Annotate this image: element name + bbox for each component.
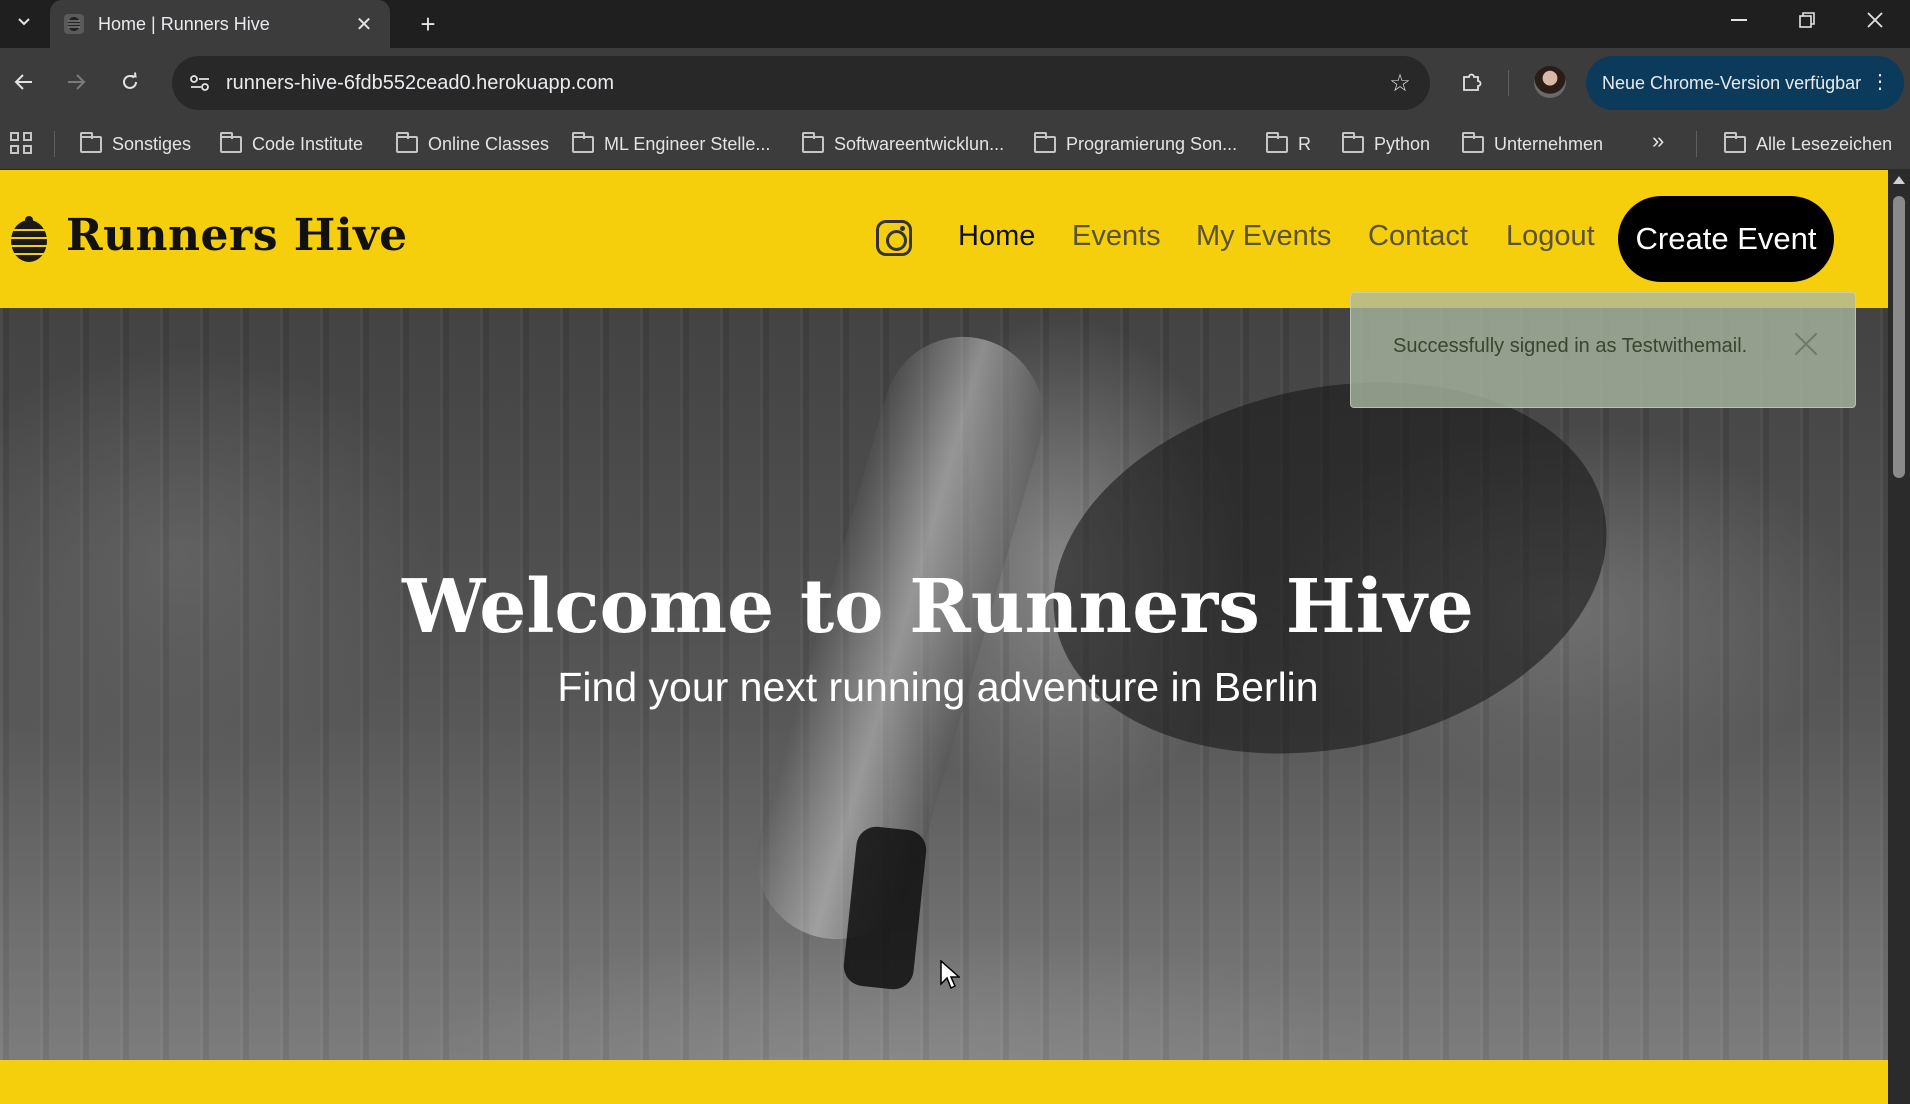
forward-arrow-icon[interactable] (56, 62, 96, 102)
alert-message: Successfully signed in as Testwithemail. (1393, 335, 1748, 357)
site-brand[interactable]: Runners Hive (66, 210, 408, 261)
all-bookmarks-folder[interactable]: Alle Lesezeichen (1724, 118, 1892, 170)
reload-icon[interactable] (110, 62, 150, 102)
nav-contact[interactable]: Contact (1368, 220, 1468, 253)
beehive-favicon-icon (64, 14, 84, 34)
apps-grid-icon[interactable] (8, 130, 34, 156)
kebab-menu-icon[interactable]: ⋮ (1870, 70, 1890, 94)
hero-title: Welcome to Runners Hive (402, 564, 1474, 650)
bookmark-folder[interactable]: Programierung Son... (1034, 118, 1237, 170)
tab-title: Home | Runners Hive (98, 13, 270, 34)
folder-icon (1266, 131, 1288, 153)
bookmark-folder[interactable]: Python (1342, 118, 1430, 170)
bookmarks-divider (54, 131, 55, 157)
hero-section: Welcome to Runners Hive Find your next r… (0, 308, 1888, 1060)
nav-my-events[interactable]: My Events (1196, 220, 1331, 253)
folder-icon (1462, 131, 1484, 153)
tab-search-button[interactable] (8, 6, 40, 38)
bookmark-label: Sonstiges (112, 133, 192, 154)
bookmark-label: Code Institute (252, 133, 364, 154)
profile-avatar[interactable] (1534, 66, 1566, 98)
nav-events[interactable]: Events (1072, 220, 1161, 253)
more-bookmarks-chevron-icon[interactable]: » (1652, 128, 1664, 154)
scroll-up-arrow-icon[interactable] (1893, 176, 1905, 184)
toolbar-divider (1508, 70, 1509, 96)
bookmark-label: R (1298, 133, 1311, 154)
chrome-update-button[interactable]: Neue Chrome-Version verfügbar ⋮ (1586, 56, 1904, 110)
folder-icon (80, 131, 102, 153)
success-alert: Successfully signed in as Testwithemail. (1350, 292, 1856, 408)
site-navbar: Runners Hive Home Events My Events Conta… (0, 170, 1888, 308)
new-tab-plus-icon[interactable]: + (410, 6, 446, 42)
yellow-section-start (0, 1060, 1888, 1104)
bookmark-label: Softwareentwicklun... (834, 133, 1005, 154)
mouse-cursor-icon (940, 960, 960, 990)
bookmark-folder[interactable]: Code Institute (220, 118, 363, 170)
extensions-puzzle-icon[interactable] (1452, 62, 1492, 102)
close-window-icon[interactable] (1840, 0, 1910, 40)
nav-logout[interactable]: Logout (1506, 220, 1595, 253)
folder-icon (1342, 131, 1364, 153)
address-bar[interactable]: runners-hive-6fdb552cead0.herokuapp.com … (172, 56, 1430, 110)
close-tab-icon[interactable]: ✕ (352, 12, 376, 37)
folder-icon (1724, 131, 1746, 153)
bookmark-label: Alle Lesezeichen (1756, 133, 1893, 154)
bookmark-folder[interactable]: Unternehmen (1462, 118, 1603, 170)
page-scrollbar[interactable] (1888, 170, 1910, 1104)
bookmark-folder[interactable]: R (1266, 118, 1311, 170)
bookmark-label: Programierung Son... (1066, 133, 1238, 154)
close-alert-icon[interactable] (1791, 329, 1821, 359)
bookmark-folder[interactable]: Online Classes (396, 118, 549, 170)
folder-icon (802, 131, 824, 153)
minimize-window-icon[interactable] (1704, 0, 1774, 40)
bookmark-star-icon[interactable]: ☆ (1380, 63, 1420, 103)
tab-strip: Home | Runners Hive ✕ + (0, 0, 1910, 48)
bookmark-folder[interactable]: Softwareentwicklun... (802, 118, 1004, 170)
folder-icon (396, 131, 418, 153)
beehive-logo-icon[interactable] (8, 214, 50, 264)
restore-window-icon[interactable] (1772, 0, 1842, 40)
site-settings-icon[interactable] (180, 63, 220, 103)
chevron-down-icon (18, 18, 30, 26)
browser-toolbar: runners-hive-6fdb552cead0.herokuapp.com … (0, 48, 1910, 118)
bookmarks-divider (1696, 131, 1697, 157)
instagram-icon[interactable] (876, 220, 912, 256)
update-button-label: Neue Chrome-Version verfügbar (1602, 72, 1862, 93)
bookmark-label: Online Classes (428, 133, 550, 154)
bookmark-folder[interactable]: Sonstiges (80, 118, 191, 170)
bookmark-label: Unternehmen (1494, 133, 1604, 154)
folder-icon (1034, 131, 1056, 153)
scroll-thumb[interactable] (1893, 196, 1905, 478)
folder-icon (220, 131, 242, 153)
bookmark-folder[interactable]: ML Engineer Stelle... (572, 118, 770, 170)
active-tab[interactable]: Home | Runners Hive ✕ (50, 0, 390, 48)
bookmark-label: Python (1374, 133, 1431, 154)
folder-icon (572, 131, 594, 153)
back-arrow-icon[interactable] (4, 62, 44, 102)
bookmark-label: ML Engineer Stelle... (604, 133, 771, 154)
create-event-button[interactable]: Create Event (1618, 196, 1834, 282)
hero-subtitle: Find your next running adventure in Berl… (557, 664, 1319, 710)
bookmarks-bar: Sonstiges Code Institute Online Classes … (0, 118, 1910, 170)
nav-home[interactable]: Home (958, 220, 1035, 253)
url-text[interactable]: runners-hive-6fdb552cead0.herokuapp.com (226, 72, 1380, 95)
